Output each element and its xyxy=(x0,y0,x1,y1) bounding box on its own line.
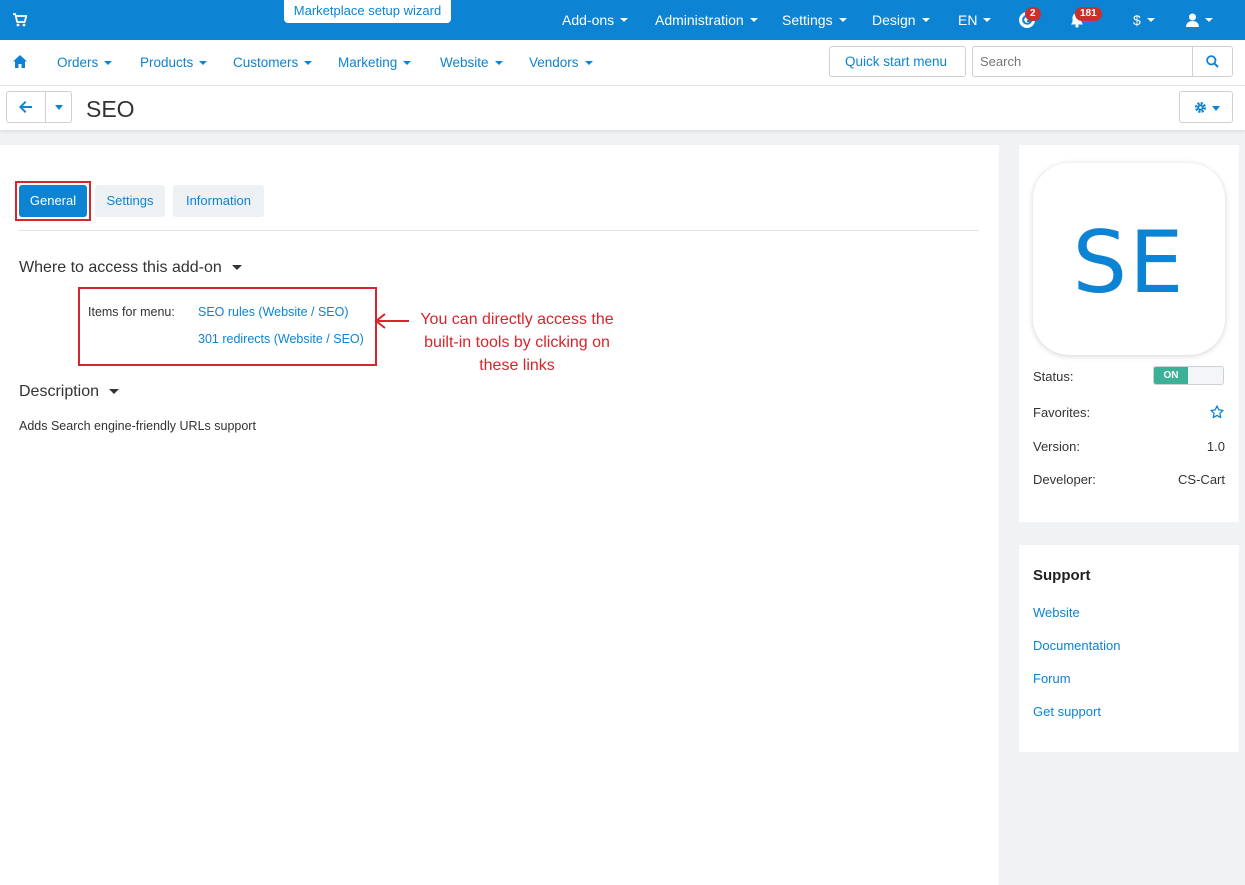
cart-icon[interactable] xyxy=(12,12,28,28)
menu-label: Administration xyxy=(655,12,744,28)
user-menu[interactable] xyxy=(1186,0,1213,40)
developer-label: Developer: xyxy=(1033,472,1096,487)
caret-down-icon xyxy=(231,265,242,271)
menu-design[interactable]: Design xyxy=(872,0,930,40)
caret-down-icon xyxy=(104,61,113,66)
page-title: SEO xyxy=(86,96,135,122)
nav-label: Vendors xyxy=(529,55,579,70)
tabs-divider xyxy=(18,230,979,231)
home-icon[interactable] xyxy=(13,55,27,68)
description-text: Adds Search engine-friendly URLs support xyxy=(19,419,256,433)
title-bar: SEO xyxy=(0,86,1245,130)
main-panel xyxy=(0,145,999,885)
settings-gear-button[interactable] xyxy=(1179,91,1233,123)
logo-text: SE xyxy=(1072,213,1186,313)
caret-down-icon xyxy=(494,61,503,66)
tab-information[interactable]: Information xyxy=(173,185,264,217)
status-toggle-on: ON xyxy=(1154,367,1188,384)
nav-marketing[interactable]: Marketing xyxy=(338,55,412,70)
addon-logo: SE xyxy=(1033,163,1225,355)
status-label: Status: xyxy=(1033,369,1074,384)
nav-website[interactable]: Website xyxy=(440,55,503,70)
access-highlight-box xyxy=(78,287,377,366)
menu-settings[interactable]: Settings xyxy=(782,0,847,40)
description-heading-text: Description xyxy=(19,383,100,400)
search-icon xyxy=(1206,55,1219,68)
caret-down-icon xyxy=(1146,18,1155,22)
search-box xyxy=(972,46,1233,77)
nav-label: Products xyxy=(140,55,194,70)
arrow-left-icon[interactable] xyxy=(19,101,32,113)
developer-value: CS-Cart xyxy=(1178,472,1225,487)
user-icon xyxy=(1186,13,1199,27)
tab-highlight-box xyxy=(15,181,91,221)
nav-products[interactable]: Products xyxy=(140,55,208,70)
nav-vendors[interactable]: Vendors xyxy=(529,55,593,70)
version-value: 1.0 xyxy=(1206,439,1225,454)
description-section-heading[interactable]: Description xyxy=(19,383,120,401)
nav-label: Website xyxy=(440,55,489,70)
menu-label: Settings xyxy=(782,12,833,28)
menu-label: Add-ons xyxy=(562,12,615,28)
nav-customers[interactable]: Customers xyxy=(233,55,313,70)
version-label: Version: xyxy=(1033,439,1080,454)
search-button[interactable] xyxy=(1192,47,1232,76)
redirects-link[interactable]: 301 redirects (Website / SEO) xyxy=(198,332,364,346)
items-for-menu-label: Items for menu: xyxy=(88,305,175,319)
menu-addons[interactable]: Add-ons xyxy=(562,0,629,40)
gear-icon xyxy=(1195,102,1206,113)
currency-menu[interactable]: $ xyxy=(1133,0,1155,40)
seo-rules-link[interactable]: SEO rules (Website / SEO) xyxy=(198,305,349,319)
back-button-group xyxy=(6,91,72,123)
annotation-text: You can directly access the built-in too… xyxy=(420,311,614,374)
access-heading-text: Where to access this add-on xyxy=(19,259,222,276)
support-website-link[interactable]: Website xyxy=(1033,605,1080,620)
menu-label: Design xyxy=(872,12,916,28)
caret-down-icon[interactable] xyxy=(55,105,63,110)
caret-down-icon xyxy=(304,61,313,66)
get-support-link[interactable]: Get support xyxy=(1033,704,1101,719)
caret-down-icon xyxy=(199,61,208,66)
bell-badge: 181 xyxy=(1075,7,1102,21)
divider xyxy=(45,92,46,122)
menu-language[interactable]: EN xyxy=(958,0,992,40)
favorites-label: Favorites: xyxy=(1033,405,1091,420)
access-section-heading[interactable]: Where to access this add-on xyxy=(19,259,242,277)
top-bar: Marketplace setup wizard Add-ons Adminis… xyxy=(0,0,1245,40)
support-documentation-link[interactable]: Documentation xyxy=(1033,638,1120,653)
currency-label: $ xyxy=(1133,12,1141,28)
search-input[interactable] xyxy=(973,47,1193,76)
nav-label: Customers xyxy=(233,55,299,70)
support-heading: Support xyxy=(1033,567,1091,584)
caret-down-icon xyxy=(921,18,930,22)
support-forum-link[interactable]: Forum xyxy=(1033,671,1071,686)
quick-start-label: Quick start menu xyxy=(844,54,948,69)
caret-down-icon xyxy=(584,61,593,66)
caret-down-icon xyxy=(838,18,847,22)
menu-label: EN xyxy=(958,12,978,28)
menu-administration[interactable]: Administration xyxy=(655,0,758,40)
caret-down-icon xyxy=(620,18,629,22)
quick-start-menu-button[interactable]: Quick start menu xyxy=(829,46,966,77)
caret-down-icon xyxy=(1205,18,1213,22)
nav-label: Marketing xyxy=(338,55,398,70)
caret-down-icon xyxy=(749,18,758,22)
caret-down-icon xyxy=(1212,106,1220,111)
caret-down-icon xyxy=(403,61,412,66)
tab-settings[interactable]: Settings xyxy=(95,185,165,217)
g-badge: 2 xyxy=(1025,7,1041,21)
nav-label: Orders xyxy=(57,55,99,70)
caret-down-icon xyxy=(983,18,992,22)
annotation-arrow-icon xyxy=(374,313,409,329)
marketplace-wizard-button[interactable]: Marketplace setup wizard xyxy=(284,0,451,23)
nav-orders[interactable]: Orders xyxy=(57,55,113,70)
status-toggle[interactable]: ON xyxy=(1153,366,1224,385)
caret-down-icon xyxy=(109,389,120,395)
star-icon[interactable] xyxy=(1210,405,1224,419)
